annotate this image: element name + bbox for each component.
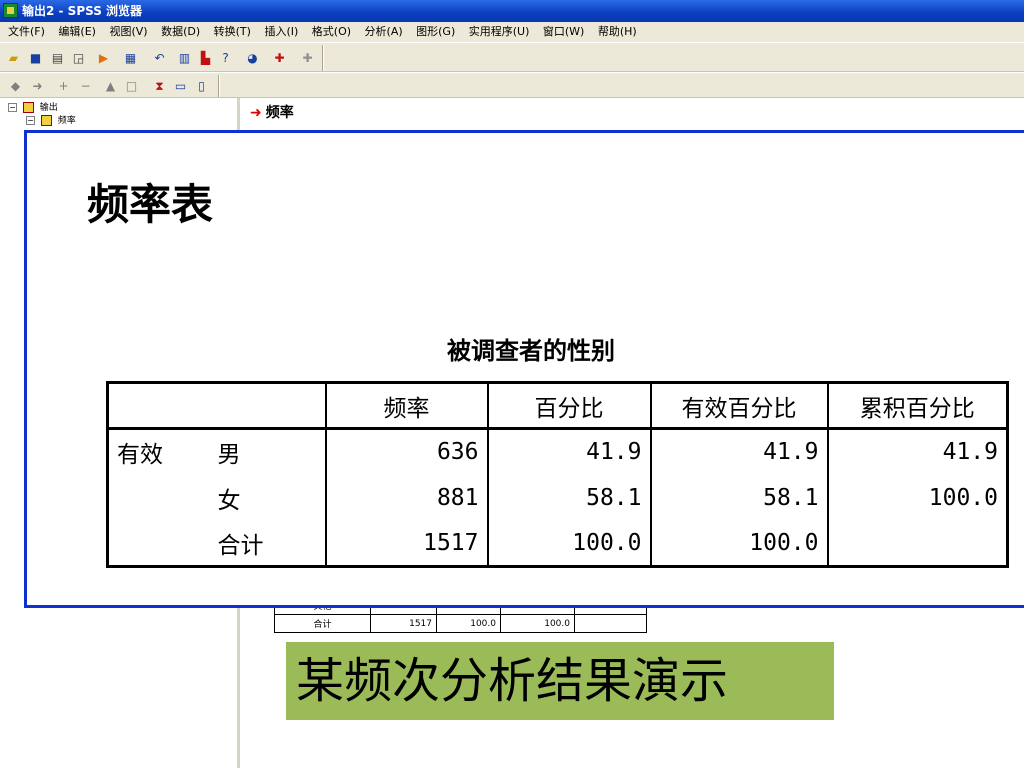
menu-analyze[interactable]: 分析(A)	[360, 22, 408, 42]
frequency-cell: 881	[324, 474, 488, 521]
frequency-cell: 636	[324, 428, 488, 475]
column-header: 有效百分比	[649, 382, 828, 430]
cumulative-percent-cell	[574, 614, 647, 633]
insert-title-icon[interactable]: ▭	[173, 79, 188, 93]
open-icon[interactable]: ▰	[6, 51, 21, 65]
table-row: 女 881 58.1 58.1 100.0	[108, 474, 1008, 521]
valid-percent-cell: 58.1	[649, 474, 828, 521]
percent-cell: 58.1	[486, 474, 651, 521]
corner-cell	[107, 382, 326, 430]
book-icon	[22, 102, 34, 113]
menu-insert[interactable]: 插入(I)	[259, 22, 303, 42]
column-header: 累积百分比	[826, 382, 1008, 430]
row-group-label: 有效	[117, 442, 163, 469]
menu-window[interactable]: 窗口(W)	[538, 22, 589, 42]
print-preview-icon[interactable]: ◲	[71, 51, 86, 65]
add-icon[interactable]: ✚	[300, 51, 315, 65]
row-label: 男	[217, 442, 241, 469]
designate-window-icon[interactable]: ✚	[272, 51, 287, 65]
toolbar-separator	[218, 75, 220, 97]
frequency-cell: 1517	[324, 520, 488, 567]
menu-file[interactable]: 文件(F)	[3, 22, 50, 42]
tree-item-output[interactable]: − 输出	[8, 102, 58, 114]
help-icon[interactable]: ?	[218, 51, 233, 65]
variables-icon[interactable]: ▥	[177, 51, 192, 65]
menu-data[interactable]: 数据(D)	[156, 22, 205, 42]
menu-graphs[interactable]: 图形(G)	[411, 22, 460, 42]
row-label: 合计	[274, 614, 371, 633]
zoomed-output-overlay: 频率表 被调查者的性别 频率 百分比 有效百分比 累积百分比 有效 男 636 …	[24, 130, 1024, 608]
column-header: 百分比	[486, 382, 651, 430]
print-icon[interactable]: ▤	[50, 51, 65, 65]
table-row: 合计 1517 100.0 100.0	[108, 520, 1008, 567]
column-header: 频率	[324, 382, 488, 430]
insert-heading-icon[interactable]: ⧗	[152, 79, 167, 93]
row-label: 合计	[217, 532, 264, 559]
insert-text-icon[interactable]: ▯	[194, 79, 209, 93]
collapse-toggle-icon[interactable]: −	[8, 103, 17, 112]
table-caption: 被调查者的性别	[447, 337, 615, 365]
valid-percent-cell: 100.0	[649, 520, 828, 567]
toolbar-separator	[322, 45, 324, 71]
menu-view[interactable]: 视图(V)	[104, 22, 152, 42]
valid-percent-cell: 41.9	[649, 428, 828, 475]
frequency-cell: 1517	[370, 614, 437, 633]
table-row: 合计 1517 100.0 100.0	[274, 614, 647, 633]
cumulative-percent-cell: 41.9	[826, 428, 1008, 475]
row-label: 女	[217, 487, 241, 514]
percent-cell: 100.0	[486, 520, 651, 567]
selection-arrow-icon: ➜	[250, 105, 262, 121]
show-icon[interactable]: ▲	[103, 79, 118, 93]
cumulative-percent-cell: 100.0	[826, 474, 1008, 521]
promote-icon[interactable]: ◆	[8, 79, 23, 93]
title-bar: 输出2 - SPSS 浏览器	[0, 0, 1024, 22]
script-icon[interactable]: ◕	[245, 51, 260, 65]
menu-transform[interactable]: 转换(T)	[209, 22, 256, 42]
hide-icon[interactable]: □	[124, 79, 139, 93]
frequency-table: 频率 百分比 有效百分比 累积百分比 有效 男 636 41.9 41.9 41…	[106, 381, 1009, 568]
save-icon[interactable]: ■	[28, 51, 43, 65]
tree-item-frequencies[interactable]: − 频率	[26, 115, 76, 127]
collapse-toggle-icon[interactable]: −	[26, 116, 35, 125]
percent-cell: 41.9	[486, 428, 651, 475]
demote-icon[interactable]: ➜	[30, 79, 45, 93]
menu-edit[interactable]: 编辑(E)	[53, 22, 101, 42]
cumulative-percent-cell	[826, 520, 1008, 567]
outline-toolbar: ◆ ➜ + − ▲ □ ⧗ ▭ ▯	[0, 72, 1024, 98]
percent-cell: 100.0	[436, 614, 501, 633]
window-title: 输出2 - SPSS 浏览器	[22, 4, 143, 18]
goto-data-icon[interactable]: ▦	[123, 51, 138, 65]
table-row: 有效 男 636 41.9 41.9 41.9	[108, 428, 1008, 475]
caption-banner: 某频次分析结果演示	[286, 642, 834, 720]
export-icon[interactable]: ▶	[96, 51, 111, 65]
undo-icon[interactable]: ↶	[152, 51, 167, 65]
menu-format[interactable]: 格式(O)	[307, 22, 356, 42]
menu-utilities[interactable]: 实用程序(U)	[464, 22, 535, 42]
row-group-label	[108, 475, 218, 521]
collapse-icon[interactable]: −	[78, 79, 93, 93]
table-header-row: 频率 百分比 有效百分比 累积百分比	[107, 382, 1008, 430]
main-toolbar: ▰ ■ ▤ ◲ ▶ ▦ ↶ ▥ ▙ ? ◕ ✚ ✚	[0, 42, 1024, 72]
expand-icon[interactable]: +	[56, 79, 71, 93]
output-title: 频率表	[87, 180, 214, 229]
menu-help[interactable]: 帮助(H)	[593, 22, 642, 42]
chart-icon[interactable]: ▙	[198, 51, 213, 65]
book-icon	[40, 115, 52, 126]
spss-app-icon	[3, 3, 18, 18]
section-header[interactable]: ➜ 频率	[250, 102, 294, 122]
valid-percent-cell: 100.0	[500, 614, 575, 633]
menu-bar: 文件(F) 编辑(E) 视图(V) 数据(D) 转换(T) 插入(I) 格式(O…	[0, 22, 1024, 42]
row-group-label	[108, 521, 218, 567]
